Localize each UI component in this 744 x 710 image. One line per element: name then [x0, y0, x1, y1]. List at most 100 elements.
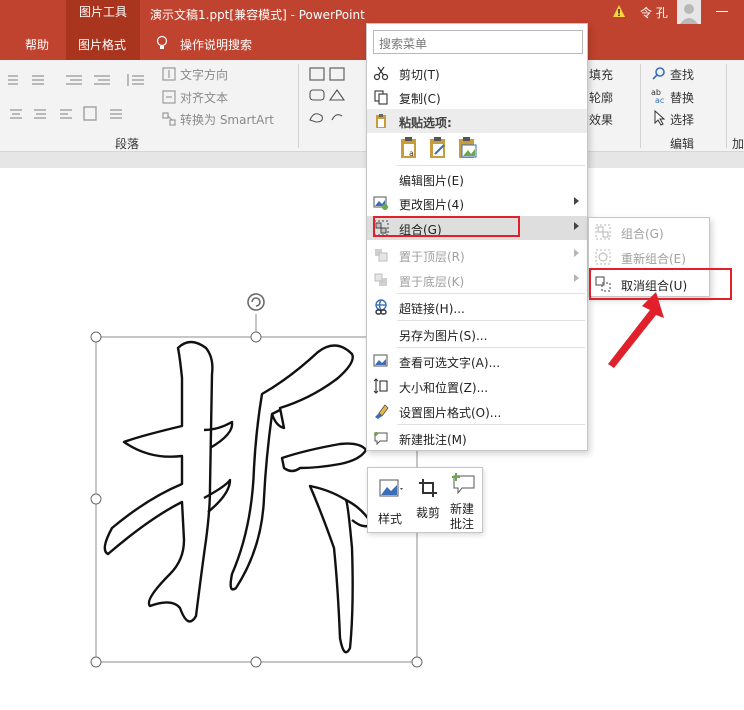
picture-style-icon [379, 479, 403, 497]
menu-item-label: 置于顶层(R) [399, 250, 465, 264]
menu-item-label: 粘贴选项: [399, 116, 452, 130]
paste-as-picture-icon[interactable] [457, 136, 479, 160]
new-comment-label-line2: 批注 [450, 517, 475, 531]
submenu-item-label: 重新组合(E) [621, 252, 686, 266]
submenu-arrow-icon [574, 249, 579, 257]
menu-item-cut[interactable]: 剪切(T) [367, 61, 587, 85]
menu-item-view-alt-text[interactable]: 查看可选文字(A)... [367, 349, 587, 373]
paragraph-group-label: 段落 [115, 137, 140, 151]
new-comment-icon [452, 473, 475, 495]
scissors-icon [373, 66, 389, 81]
menu-item-copy[interactable]: 复制(C) [367, 85, 587, 109]
menu-item-bring-to-front[interactable]: 置于顶层(R) [367, 243, 587, 267]
menu-item-label: 另存为图片(S)... [399, 329, 488, 343]
submenu-item-group[interactable]: 组合(G) [589, 220, 709, 244]
menu-item-paste-options: 粘贴选项: [367, 109, 587, 133]
lightbulb-icon [156, 35, 168, 49]
group-icon [595, 224, 611, 240]
menu-item-label: 置于底层(K) [399, 275, 465, 289]
menu-item-size-position[interactable]: 大小和位置(Z)... [367, 374, 587, 398]
shapes-gallery-icon[interactable] [306, 66, 368, 126]
crop-label: 裁剪 [416, 506, 441, 520]
paste-picture-edit-icon[interactable] [428, 136, 450, 160]
tab-help[interactable]: 帮助 [25, 36, 49, 53]
rotate-handle-icon [247, 293, 265, 311]
paragraph-buttons-icon[interactable] [6, 70, 156, 124]
find-icon[interactable] [652, 66, 666, 80]
next-group-label: 加 [732, 137, 744, 151]
user-name[interactable]: 令 孔 [640, 4, 668, 21]
avatar[interactable] [677, 0, 701, 24]
warning-icon[interactable] [612, 4, 626, 18]
alt-text-icon [373, 354, 388, 367]
style-button[interactable]: 样式 [374, 474, 412, 528]
menu-search-placeholder: 搜索菜单 [379, 37, 428, 51]
fill-button[interactable]: 填充 [589, 66, 613, 83]
paste-options-row: a [399, 136, 489, 162]
menu-item-hyperlink[interactable]: 超链接(H)... [367, 295, 587, 319]
format-picture-icon [375, 404, 389, 419]
menu-separator [397, 165, 585, 166]
select-cursor-icon[interactable] [653, 110, 667, 126]
menu-item-label: 剪切(T) [399, 68, 440, 82]
menu-item-format-picture[interactable]: 设置图片格式(O)... [367, 399, 587, 423]
bring-to-front-icon [375, 249, 388, 262]
send-to-back-icon [374, 273, 387, 286]
menu-separator [397, 424, 585, 425]
picture-tools-label: 图片工具 [79, 5, 128, 19]
menu-item-label: 复制(C) [399, 92, 441, 106]
menu-separator [397, 320, 585, 321]
menu-item-new-comment[interactable]: 新建批注(M) [367, 426, 587, 450]
user-icon [680, 4, 698, 24]
menu-item-label: 设置图片格式(O)... [399, 406, 502, 420]
menu-item-label: 新建批注(M) [399, 433, 467, 447]
ribbon-divider [298, 64, 299, 148]
menu-separator [397, 293, 585, 294]
mini-toolbar: 样式 裁剪 新建 批注 [367, 467, 483, 533]
menu-item-save-as-picture[interactable]: 另存为图片(S)... [367, 322, 587, 346]
red-arrow-icon [608, 292, 664, 368]
context-menu: 搜索菜单 剪切(T) 复制(C) 粘贴选项: a 编辑图片(E) 更改图片(4)… [366, 23, 588, 451]
menu-item-edit-picture[interactable]: 编辑图片(E) [367, 167, 587, 191]
copy-icon [374, 90, 388, 105]
menu-item-label: 超链接(H)... [399, 302, 465, 316]
menu-item-change-picture[interactable]: 更改图片(4) [367, 191, 587, 215]
menu-item-label: 大小和位置(Z)... [399, 381, 489, 395]
tell-me-search[interactable]: 操作说明搜索 [180, 36, 252, 53]
submenu-arrow-icon [574, 197, 579, 205]
convert-smartart-button[interactable]: 转换为 SmartArt [180, 111, 274, 128]
menu-search-box[interactable]: 搜索菜单 [373, 30, 583, 54]
outline-button[interactable]: 轮廓 [589, 89, 613, 106]
align-text-icon[interactable] [161, 89, 177, 105]
document-title: 演示文稿1.ppt[兼容模式] - PowerPoint [150, 8, 365, 22]
text-direction-button[interactable]: 文字方向 [180, 66, 228, 83]
regroup-icon [595, 249, 611, 265]
paste-keep-formatting-icon[interactable]: a [399, 136, 421, 160]
submenu-item-regroup[interactable]: 重新组合(E) [589, 245, 709, 269]
new-comment-button[interactable]: 新建 批注 [446, 472, 480, 531]
text-direction-icon[interactable] [161, 66, 177, 82]
svg-text:a: a [409, 149, 414, 158]
select-button[interactable]: 选择 [670, 111, 694, 128]
menu-item-label: 查看可选文字(A)... [399, 356, 501, 370]
change-picture-icon [373, 196, 388, 210]
menu-item-label: 编辑图片(E) [399, 174, 464, 188]
submenu-item-label: 组合(G) [621, 227, 664, 241]
submenu-arrow-icon [574, 222, 579, 230]
clipboard-icon [376, 114, 386, 128]
find-button[interactable]: 查找 [670, 66, 694, 83]
tab-picture-format[interactable]: 图片格式 [78, 36, 126, 53]
align-text-button[interactable]: 对齐文本 [180, 89, 228, 106]
size-position-icon [373, 378, 388, 394]
menu-separator [397, 347, 585, 348]
replace-icon[interactable]: abac [651, 87, 667, 103]
editing-group-label: 编辑 [670, 137, 695, 151]
replace-button[interactable]: 替换 [670, 89, 694, 106]
smartart-icon[interactable] [161, 111, 177, 127]
highlight-group-item [373, 216, 520, 237]
menu-item-send-to-back[interactable]: 置于底层(K) [367, 268, 587, 292]
minimize-icon[interactable] [716, 11, 728, 12]
effects-button[interactable]: 效果 [589, 111, 613, 128]
menu-item-label: 更改图片(4) [399, 198, 464, 212]
crop-button[interactable]: 裁剪 [412, 474, 444, 528]
